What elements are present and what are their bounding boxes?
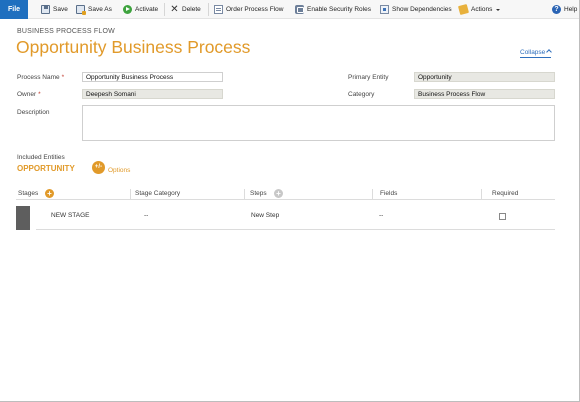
save-button[interactable]: Save (41, 3, 68, 16)
enable-security-roles-button[interactable]: Enable Security Roles (295, 3, 371, 16)
show-dependencies-button[interactable]: Show Dependencies (380, 3, 452, 16)
help-label: Help (564, 6, 578, 13)
save-as-button[interactable]: Save As (76, 3, 112, 16)
dependencies-icon (380, 5, 389, 14)
activate-icon (123, 5, 132, 14)
order-process-flow-button[interactable]: Order Process Flow (214, 3, 283, 16)
primary-entity-field: Opportunity (414, 72, 555, 82)
actions-label: Actions (471, 6, 493, 13)
toolbar-divider (208, 3, 209, 16)
activate-label: Activate (135, 6, 159, 13)
help-button[interactable]: ? Help (552, 3, 577, 16)
stage-drag-handle[interactable] (16, 206, 30, 230)
toolbar-divider (164, 3, 165, 16)
save-as-label: Save As (88, 6, 112, 13)
help-icon: ? (552, 5, 561, 14)
ribbon-toolbar: File Save Save As Activate ✕ Delete Orde… (0, 0, 580, 19)
save-label: Save (53, 6, 68, 13)
column-divider (481, 189, 482, 199)
options-icon[interactable]: +/- (92, 161, 105, 174)
process-name-label: Process Name * (17, 74, 65, 81)
description-label: Description (17, 109, 50, 116)
options-link[interactable]: Options (108, 167, 130, 174)
order-flow-icon (214, 5, 223, 14)
actions-menu-button[interactable]: Actions (457, 3, 501, 16)
primary-entity-label: Primary Entity (348, 74, 389, 81)
collapse-link[interactable]: Collapse (520, 49, 552, 58)
column-header-stages: Stages (18, 190, 39, 197)
row-divider (36, 229, 555, 230)
stages-grid-header: Stages + Stage Category Steps + Fields R… (16, 188, 555, 200)
required-checkbox[interactable] (499, 213, 506, 220)
page-subtitle: BUSINESS PROCESS FLOW (17, 28, 115, 35)
step-name[interactable]: New Step (251, 212, 279, 219)
included-entities-label: Included Entities (17, 154, 65, 161)
owner-label: Owner * (17, 91, 41, 98)
actions-icon (457, 3, 470, 16)
entity-name: OPPORTUNITY (17, 164, 75, 173)
process-name-field[interactable]: Opportunity Business Process (82, 72, 223, 82)
required-marker: * (38, 91, 41, 98)
enable-security-roles-label: Enable Security Roles (307, 6, 371, 13)
file-button[interactable]: File (0, 0, 28, 19)
column-header-required: Required (492, 190, 519, 197)
column-header-fields: Fields (380, 190, 398, 197)
category-field: Business Process Flow (414, 89, 555, 99)
add-stage-button[interactable]: + (45, 189, 54, 198)
show-dependencies-label: Show Dependencies (392, 6, 452, 13)
fields-value[interactable]: -- (379, 212, 383, 219)
security-roles-icon (295, 5, 304, 14)
column-divider (130, 189, 131, 199)
delete-icon: ✕ (170, 4, 179, 15)
stage-name[interactable]: NEW STAGE (51, 212, 90, 219)
owner-field[interactable]: Deepesh Somani (82, 89, 223, 99)
add-step-button[interactable]: + (274, 189, 283, 198)
column-divider (372, 189, 373, 199)
description-field[interactable] (82, 105, 555, 141)
stage-category-value[interactable]: -- (144, 212, 148, 219)
activate-button[interactable]: Activate (123, 3, 158, 16)
delete-button[interactable]: ✕ Delete (170, 3, 201, 16)
required-marker: * (61, 74, 65, 81)
save-icon (41, 5, 50, 14)
category-label: Category (348, 91, 375, 98)
save-as-icon (76, 5, 86, 15)
column-divider (244, 189, 245, 199)
order-process-flow-label: Order Process Flow (226, 6, 284, 13)
column-header-steps: Steps (250, 190, 267, 197)
chevron-down-icon (496, 8, 501, 11)
column-header-stage-category: Stage Category (135, 190, 181, 197)
delete-label: Delete (182, 6, 201, 13)
page-title: Opportunity Business Process (16, 37, 251, 57)
